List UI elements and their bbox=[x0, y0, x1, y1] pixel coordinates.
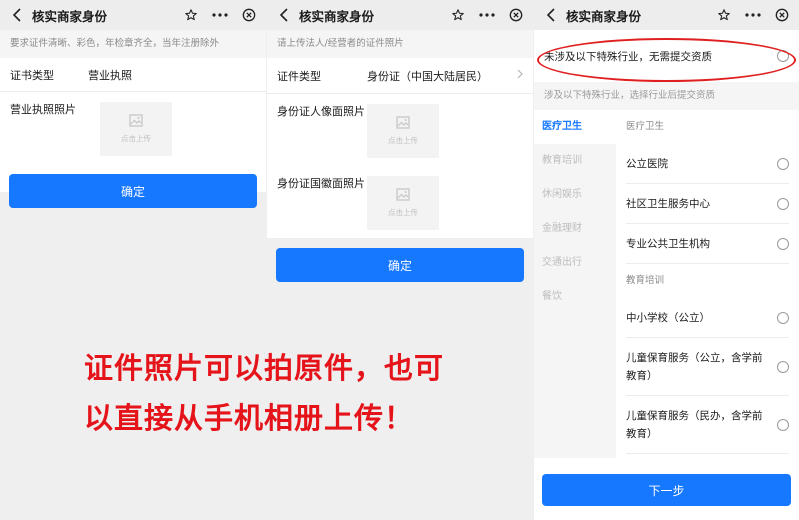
radio-button[interactable] bbox=[777, 418, 789, 431]
upload-text: 点击上传 bbox=[388, 208, 418, 217]
close-circle-icon[interactable] bbox=[775, 8, 789, 22]
list-item[interactable]: 专业公共卫生机构 bbox=[626, 224, 789, 264]
panel-industry: 核实商家身份 未涉及以下特殊行业，无需提交资质 涉及以下特殊行业，选择行业后提交… bbox=[534, 0, 799, 520]
cert-type-row[interactable]: 证书类型 营业执照 bbox=[0, 58, 266, 92]
section-title-education: 教育培训 bbox=[626, 275, 665, 286]
category-education[interactable]: 教育培训 bbox=[534, 144, 616, 178]
nav-bar: 核实商家身份 bbox=[534, 0, 799, 30]
no-special-industry-option[interactable]: 未涉及以下特殊行业，无需提交资质 bbox=[534, 30, 799, 82]
list-item[interactable]: 儿童保育服务（民办，含学前教育） bbox=[626, 396, 789, 454]
requirement-hint: 请上传法人/经营者的证件照片 bbox=[267, 30, 533, 58]
page-title: 核实商家身份 bbox=[299, 8, 375, 24]
requirement-hint: 要求证件清晰、彩色，年检章齐全，当年注册除外 bbox=[0, 30, 266, 58]
form-card: 证书类型 营业执照 营业执照照片 点击上传 bbox=[0, 58, 266, 192]
radio-button[interactable] bbox=[777, 197, 789, 210]
bottom-bar: 下一步 bbox=[534, 458, 799, 520]
upload-text: 点击上传 bbox=[388, 136, 418, 145]
more-icon[interactable] bbox=[479, 12, 495, 18]
list-item[interactable]: 儿童保育服务（公立，含学前教育） bbox=[626, 338, 789, 396]
confirm-button[interactable]: 确定 bbox=[276, 248, 524, 282]
item-label: 儿童保育服务（公立，含学前教育） bbox=[626, 351, 763, 382]
cert-type-label: 证件类型 bbox=[277, 69, 321, 83]
item-label: 儿童保育服务（民办，含学前教育） bbox=[626, 409, 763, 440]
id-back-upload-box[interactable]: 点击上传 bbox=[367, 176, 439, 230]
back-chevron-icon[interactable] bbox=[10, 8, 24, 22]
star-icon[interactable] bbox=[451, 8, 465, 22]
category-catering[interactable]: 餐饮 bbox=[534, 280, 616, 314]
category-leisure[interactable]: 休闲娱乐 bbox=[534, 178, 616, 212]
id-front-label: 身份证人像面照片 bbox=[277, 105, 365, 118]
license-upload-box[interactable]: 点击上传 bbox=[100, 102, 172, 156]
id-front-upload-box[interactable]: 点击上传 bbox=[367, 104, 439, 158]
image-upload-icon bbox=[129, 114, 143, 133]
image-upload-icon bbox=[396, 188, 410, 207]
item-label: 专业公共卫生机构 bbox=[626, 238, 710, 250]
list-item[interactable]: 社区卫生服务中心 bbox=[626, 184, 789, 224]
item-label: 公立医院 bbox=[626, 158, 668, 170]
id-back-label: 身份证国徽面照片 bbox=[277, 177, 365, 190]
item-label: 社区卫生服务中心 bbox=[626, 198, 710, 210]
form-card: 证件类型 身份证（中国大陆居民） 身份证人像面照片 点击上传 身份证国徽面照片 … bbox=[267, 58, 533, 238]
more-icon[interactable] bbox=[745, 12, 761, 18]
category-medical[interactable]: 医疗卫生 bbox=[534, 110, 616, 144]
upload-text: 点击上传 bbox=[121, 134, 151, 143]
page-title: 核实商家身份 bbox=[566, 8, 642, 24]
cert-type-value: 营业执照 bbox=[88, 68, 132, 82]
back-chevron-icon[interactable] bbox=[544, 8, 558, 22]
star-icon[interactable] bbox=[717, 8, 731, 22]
close-circle-icon[interactable] bbox=[242, 8, 256, 22]
radio-button[interactable] bbox=[777, 360, 789, 373]
no-special-industry-label: 未涉及以下特殊行业，无需提交资质 bbox=[544, 50, 712, 63]
category-finance[interactable]: 金融理财 bbox=[534, 212, 616, 246]
id-front-row: 身份证人像面照片 点击上传 bbox=[267, 94, 533, 166]
annotation-line-1: 证件照片可以拍原件，也可 bbox=[84, 351, 445, 385]
page-title: 核实商家身份 bbox=[32, 8, 108, 24]
license-photo-label: 营业执照照片 bbox=[10, 103, 76, 116]
radio-button[interactable] bbox=[777, 50, 789, 62]
close-circle-icon[interactable] bbox=[509, 8, 523, 22]
industry-hint: 涉及以下特殊行业，选择行业后提交资质 bbox=[534, 82, 799, 110]
item-label: 中小学校（公立） bbox=[626, 312, 710, 324]
list-item[interactable]: 中小学校（公立） bbox=[626, 298, 789, 338]
nav-bar: 核实商家身份 bbox=[0, 0, 266, 30]
image-upload-icon bbox=[396, 116, 410, 135]
radio-button[interactable] bbox=[777, 157, 789, 170]
more-icon[interactable] bbox=[212, 12, 228, 18]
nav-bar: 核实商家身份 bbox=[267, 0, 533, 30]
annotation-line-2: 以直接从手机相册上传！ bbox=[84, 401, 415, 435]
cert-type-value: 身份证（中国大陆居民） bbox=[367, 69, 488, 83]
star-icon[interactable] bbox=[184, 8, 198, 22]
annotation-caption: 证件照片可以拍原件，也可 以直接从手机相册上传！ bbox=[84, 343, 444, 443]
radio-button[interactable] bbox=[777, 311, 789, 324]
cert-type-label: 证书类型 bbox=[10, 68, 54, 82]
next-button[interactable]: 下一步 bbox=[542, 474, 791, 506]
back-chevron-icon[interactable] bbox=[277, 8, 291, 22]
section-title-medical: 医疗卫生 bbox=[626, 121, 665, 132]
radio-button[interactable] bbox=[777, 237, 789, 250]
cert-type-row[interactable]: 证件类型 身份证（中国大陆居民） bbox=[267, 58, 533, 94]
id-back-row: 身份证国徽面照片 点击上传 bbox=[267, 166, 533, 238]
list-item[interactable]: 公立医院 bbox=[626, 144, 789, 184]
chevron-right-icon bbox=[517, 69, 523, 82]
confirm-button[interactable]: 确定 bbox=[9, 174, 257, 208]
category-transport[interactable]: 交通出行 bbox=[534, 246, 616, 280]
